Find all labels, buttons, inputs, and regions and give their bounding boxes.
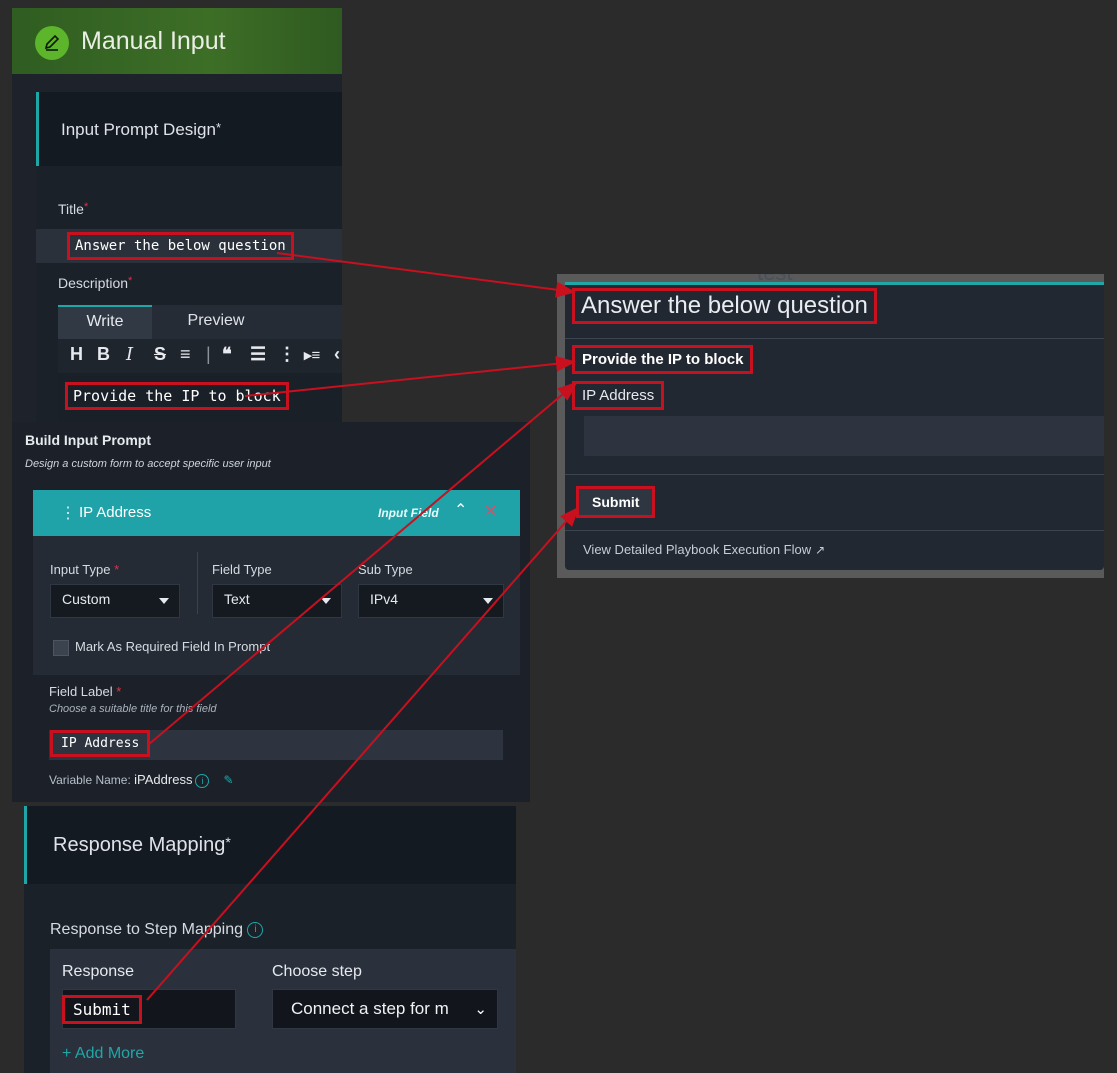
response-input[interactable]: Submit xyxy=(62,989,236,1029)
numbered-list-icon[interactable]: ⋮ xyxy=(278,344,296,365)
variable-name-value: iPAddress xyxy=(134,772,193,787)
chevron-down-icon xyxy=(483,598,493,604)
sub-type-label: Sub Type xyxy=(358,562,413,577)
mapping-table: Response Choose step Submit Connect a st… xyxy=(50,949,516,1073)
title-input[interactable]: Answer the below question xyxy=(36,229,342,263)
close-icon[interactable]: ✕ xyxy=(484,501,497,521)
required-checkbox[interactable] xyxy=(53,640,69,656)
editor-tabs: Write Preview xyxy=(58,305,342,341)
required-checkbox-label: Mark As Required Field In Prompt xyxy=(75,639,271,654)
field-label-input[interactable]: IP Address xyxy=(49,730,503,760)
submit-button[interactable]: Submit xyxy=(575,486,656,518)
info-icon[interactable]: i xyxy=(247,921,264,938)
input-prompt-design-section[interactable]: Input Prompt Design* xyxy=(36,92,342,166)
tab-preview[interactable]: Preview xyxy=(166,305,266,339)
more-icon[interactable]: ‹ xyxy=(334,344,340,365)
choose-step-column-header: Choose step xyxy=(272,963,362,980)
title-label: Title* xyxy=(58,201,89,217)
sub-type-select[interactable]: IPv4 xyxy=(358,584,504,618)
align-icon[interactable]: ≡ xyxy=(180,344,191,365)
divider xyxy=(565,338,1104,339)
manual-input-panel: Manual Input Input Prompt Design* Title*… xyxy=(12,8,342,422)
quote-icon[interactable]: ❝ xyxy=(222,344,232,365)
description-label: Description* xyxy=(58,275,133,291)
drag-handle-icon[interactable]: ⋮ xyxy=(60,503,76,523)
field-type-select[interactable]: Text xyxy=(212,584,342,618)
build-input-prompt-heading: Build Input Prompt xyxy=(25,432,151,448)
accent-line xyxy=(565,282,1104,285)
field-kind: Input Field xyxy=(378,506,439,520)
input-field-card: ⋮ IP Address Input Field ⌃ ✕ Input Type … xyxy=(33,490,520,802)
field-type-label: Field Type xyxy=(212,562,272,577)
bold-icon[interactable]: B xyxy=(97,344,110,365)
prompt-field-label: IP Address xyxy=(571,381,665,410)
response-value: Submit xyxy=(62,995,142,1024)
section-title: Input Prompt Design xyxy=(61,120,216,139)
editor-toolbar: H B I S ≡ | ❝ ☰ ⋮ ▸≡ ‹ xyxy=(58,339,342,373)
pencil-icon xyxy=(35,26,69,60)
ip-address-input[interactable] xyxy=(584,416,1104,456)
toolbar-divider: | xyxy=(206,344,211,364)
response-column-header: Response xyxy=(62,963,135,980)
external-link-icon: ↗ xyxy=(815,543,826,557)
build-input-prompt-subheading: Design a custom form to accept specific … xyxy=(25,458,271,470)
field-label-hint: Choose a suitable title for this field xyxy=(49,703,217,715)
required-mark: * xyxy=(215,120,222,135)
input-type-select[interactable]: Custom xyxy=(50,584,180,618)
divider xyxy=(565,530,1104,531)
response-mapping-section[interactable]: Response Mapping* xyxy=(24,806,516,884)
edit-icon[interactable]: ✎ xyxy=(223,773,233,787)
input-type-label: Input Type * xyxy=(50,562,120,577)
variable-name: Variable Name: iPAddress i ✎ xyxy=(49,772,234,788)
build-input-prompt-panel: Build Input Prompt Design a custom form … xyxy=(12,422,530,802)
bullet-list-icon[interactable]: ☰ xyxy=(250,344,266,365)
description-editor[interactable]: Provide the IP to block xyxy=(58,373,342,422)
manual-input-header: Manual Input xyxy=(12,8,342,74)
execution-flow-link[interactable]: View Detailed Playbook Execution Flow ↗ xyxy=(583,542,825,557)
choose-step-select[interactable]: Connect a step for m ⌄ xyxy=(272,989,498,1029)
add-more-link[interactable]: + Add More xyxy=(62,1045,144,1063)
indent-icon[interactable]: ▸≡ xyxy=(304,346,320,364)
heading-icon[interactable]: H xyxy=(70,344,83,365)
prompt-preview-panel: test Answer the below question Provide t… xyxy=(557,274,1104,578)
prompt-title: Answer the below question xyxy=(572,288,877,324)
response-to-step-mapping-label: Response to Step Mapping i xyxy=(50,921,264,939)
chevron-down-icon xyxy=(159,598,169,604)
title-value: Answer the below question xyxy=(67,232,294,260)
chevron-down-icon xyxy=(321,598,331,604)
manual-input-title: Manual Input xyxy=(81,27,226,55)
info-icon[interactable]: i xyxy=(195,773,210,788)
chevron-up-icon[interactable]: ⌃ xyxy=(454,500,467,520)
strikethrough-icon[interactable]: S xyxy=(154,344,166,365)
prompt-description: Provide the IP to block xyxy=(571,345,754,374)
field-label-label: Field Label * xyxy=(49,684,122,699)
divider xyxy=(197,552,198,614)
field-name: IP Address xyxy=(79,504,152,521)
divider xyxy=(565,474,1104,475)
section-title: Response Mapping xyxy=(53,834,226,856)
input-field-card-header[interactable]: ⋮ IP Address Input Field ⌃ ✕ xyxy=(33,490,520,536)
chevron-down-icon: ⌄ xyxy=(474,1001,487,1018)
response-mapping-panel: Response Mapping* Response to Step Mappi… xyxy=(24,806,516,1073)
description-value: Provide the IP to block xyxy=(65,382,289,410)
tab-write[interactable]: Write xyxy=(58,305,152,341)
field-label-value: IP Address xyxy=(49,730,151,757)
italic-icon[interactable]: I xyxy=(126,344,133,365)
